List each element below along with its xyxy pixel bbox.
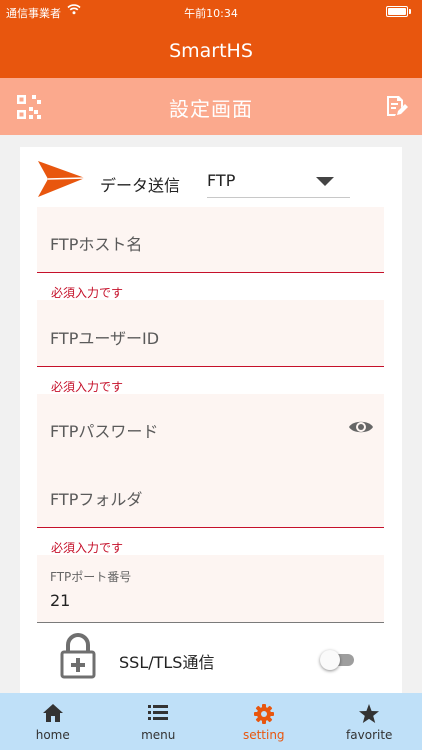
send-icon (38, 161, 86, 201)
bottom-tab-bar: home menu setting favorite (0, 693, 422, 750)
status-time: 午前10:34 (184, 7, 238, 20)
ftp-port-value: 21 (50, 591, 71, 610)
send-method-select[interactable]: FTP (207, 163, 350, 198)
app-title: SmartHS (169, 40, 253, 62)
ftp-host-placeholder: FTPホスト名 (50, 235, 143, 254)
tab-setting-label: setting (242, 728, 285, 742)
page-title: 設定画面 (169, 97, 253, 121)
ftp-folder-field[interactable]: FTPフォルダ (37, 461, 384, 528)
ssl-tls-row: SSL/TLS通信 (20, 631, 402, 693)
ftp-password-placeholder: FTPパスワード (50, 422, 159, 441)
gear-icon (253, 704, 274, 728)
ftp-folder-error: 必須入力です (51, 541, 124, 555)
settings-form: データ送信 FTP FTPホスト名 必須入力です FTPユーザーID 必須入力で… (20, 147, 402, 693)
ftp-user-error: 必須入力です (51, 380, 124, 394)
data-send-row: データ送信 FTP (20, 147, 402, 209)
battery-icon (386, 6, 411, 17)
edit-document-icon[interactable] (384, 94, 408, 122)
tab-favorite[interactable]: favorite (317, 693, 422, 750)
send-method-value: FTP (207, 171, 236, 190)
data-send-label: データ送信 (100, 176, 181, 195)
app-title-bar: SmartHS (0, 24, 422, 78)
tab-home-label: home (35, 728, 70, 742)
ftp-password-field[interactable]: FTPパスワード (37, 394, 384, 462)
tab-menu[interactable]: menu (106, 693, 212, 750)
ftp-port-field[interactable]: FTPポート番号 21 (37, 555, 384, 623)
ftp-folder-placeholder: FTPフォルダ (50, 490, 143, 509)
ftp-user-placeholder: FTPユーザーID (50, 329, 160, 348)
ftp-port-label: FTPポート番号 (50, 570, 132, 584)
ssl-tls-label: SSL/TLS通信 (119, 653, 215, 672)
tab-menu-label: menu (141, 728, 176, 742)
ftp-user-field[interactable]: FTPユーザーID (37, 300, 384, 367)
chevron-down-icon (316, 177, 334, 186)
ftp-host-field[interactable]: FTPホスト名 (37, 207, 384, 273)
ftp-host-error: 必須入力です (51, 286, 124, 300)
tab-setting[interactable]: setting (211, 693, 317, 750)
menu-list-icon (148, 704, 169, 724)
tab-favorite-label: favorite (346, 728, 393, 742)
tab-home[interactable]: home (0, 693, 106, 750)
star-icon (359, 704, 380, 728)
ssl-tls-toggle[interactable] (320, 650, 354, 670)
home-icon (42, 704, 63, 726)
status-bar: 通信事業者 午前10:34 (0, 0, 422, 24)
page-header: 設定画面 (0, 78, 422, 135)
toggle-knob (320, 650, 340, 670)
lock-icon (60, 633, 96, 683)
eye-icon[interactable] (348, 418, 374, 440)
